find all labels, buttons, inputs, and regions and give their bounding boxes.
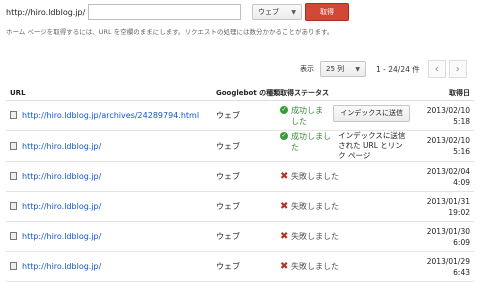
- chevron-left-icon: ‹: [434, 63, 439, 75]
- page-icon: [10, 141, 17, 150]
- fetch-date: 2013/02/10: [426, 136, 470, 145]
- status-link[interactable]: 失敗しました: [291, 172, 339, 181]
- googlebot-type-select[interactable]: ウェブ ▼: [252, 4, 302, 20]
- next-page-button[interactable]: ›: [448, 60, 467, 78]
- fetch-button[interactable]: 取得: [305, 3, 349, 21]
- chevron-down-icon: ▼: [355, 65, 360, 73]
- fetch-date: 2013/02/04: [426, 166, 470, 176]
- googlebot-type: ウェブ: [212, 191, 276, 222]
- check-icon: ✓: [280, 132, 288, 140]
- url-link[interactable]: http://hiro.ldblog.jp/archives/24289794.…: [22, 111, 199, 120]
- fetch-time: 4:09: [453, 177, 470, 187]
- status-link[interactable]: 失敗しました: [291, 202, 339, 211]
- col-header-url[interactable]: URL: [6, 86, 212, 101]
- fetch-time: 6:09: [453, 237, 470, 247]
- page-icon: [10, 172, 17, 180]
- url-link[interactable]: http://hiro.ldblog.jp/: [22, 202, 101, 211]
- googlebot-type-value: ウェブ: [258, 8, 279, 16]
- chevron-right-icon: ›: [455, 63, 460, 75]
- table-row: http://hiro.ldblog.jp/ ウェブ ✓ 成功しました インデッ…: [6, 130, 474, 162]
- col-header-status[interactable]: 取得ステータス: [276, 86, 410, 101]
- error-x-icon: ✖: [280, 171, 289, 182]
- table-row: http://hiro.ldblog.jp/ ウェブ ✖ 失敗しました 2013…: [6, 251, 474, 282]
- table-row: http://hiro.ldblog.jp/ ウェブ ✖ 失敗しました 2013…: [6, 191, 474, 222]
- googlebot-type: ウェブ: [212, 221, 276, 252]
- rows-per-page-value: 25 列: [326, 65, 345, 73]
- url-link[interactable]: http://hiro.ldblog.jp/: [22, 172, 101, 181]
- fetch-time: 5:18: [453, 116, 470, 126]
- status-link[interactable]: 成功しました: [291, 132, 331, 152]
- fetch-date: 2013/01/30: [426, 226, 470, 236]
- page-icon: [10, 202, 17, 210]
- page-icon: [10, 111, 17, 119]
- url-input[interactable]: [88, 4, 242, 20]
- col-header-date[interactable]: 取得日: [410, 86, 474, 101]
- rows-per-page-select[interactable]: 25 列 ▼: [320, 61, 366, 77]
- prev-page-button[interactable]: ‹: [427, 60, 446, 78]
- table-header-row: URL Googlebot の種類 取得ステータス 取得日: [6, 86, 474, 101]
- table-row: http://hiro.ldblog.jp/archives/24289794.…: [6, 100, 474, 131]
- table-row: http://hiro.ldblog.jp/ ウェブ ✖ 失敗しました 2013…: [6, 221, 474, 252]
- error-x-icon: ✖: [280, 201, 289, 212]
- status-link[interactable]: 失敗しました: [291, 232, 339, 241]
- help-text: ホーム ページを取得するには、URL を空欄のままにします。リクエストの処理には…: [6, 28, 334, 36]
- fetch-url-row: http://hiro.ldblog.jp/: [6, 4, 242, 20]
- page-range: 1 - 24/24 件: [376, 64, 420, 74]
- status-link[interactable]: 成功しました: [291, 106, 323, 126]
- url-link[interactable]: http://hiro.ldblog.jp/: [22, 232, 101, 241]
- googlebot-type: ウェブ: [212, 251, 276, 282]
- table-row: http://hiro.ldblog.jp/ ウェブ ✖ 失敗しました 2013…: [6, 161, 474, 192]
- fetch-date: 2013/01/29: [426, 256, 470, 266]
- submit-to-index-button[interactable]: インデックスに送信: [333, 104, 410, 122]
- submitted-note: インデックスに送信された URL とリンク ページ: [338, 131, 406, 160]
- fetch-time: 19:02: [448, 207, 470, 217]
- status-link[interactable]: 失敗しました: [291, 262, 339, 271]
- error-x-icon: ✖: [280, 231, 289, 242]
- page-icon: [10, 262, 17, 270]
- url-link[interactable]: http://hiro.ldblog.jp/: [22, 142, 101, 151]
- page-icon: [10, 232, 17, 240]
- fetch-date: 2013/01/31: [426, 196, 470, 206]
- fetch-date: 2013/02/10: [426, 105, 470, 115]
- error-x-icon: ✖: [280, 261, 289, 272]
- googlebot-type: ウェブ: [212, 100, 276, 131]
- check-icon: ✓: [280, 105, 288, 114]
- chevron-down-icon: ▼: [291, 8, 296, 16]
- url-link[interactable]: http://hiro.ldblog.jp/: [22, 262, 101, 271]
- url-prefix: http://hiro.ldblog.jp/: [6, 7, 86, 17]
- col-header-googlebot[interactable]: Googlebot の種類: [212, 86, 280, 101]
- fetch-history-table: URL Googlebot の種類 取得ステータス 取得日 http://hir…: [6, 86, 474, 282]
- fetch-time: 5:16: [453, 147, 470, 156]
- googlebot-type: ウェブ: [212, 161, 276, 192]
- pagination-bar: 表示 25 列 ▼ 1 - 24/24 件 ‹ ›: [300, 60, 467, 78]
- fetch-time: 6:43: [453, 267, 470, 277]
- googlebot-type: ウェブ: [212, 130, 276, 162]
- show-label: 表示: [300, 65, 314, 73]
